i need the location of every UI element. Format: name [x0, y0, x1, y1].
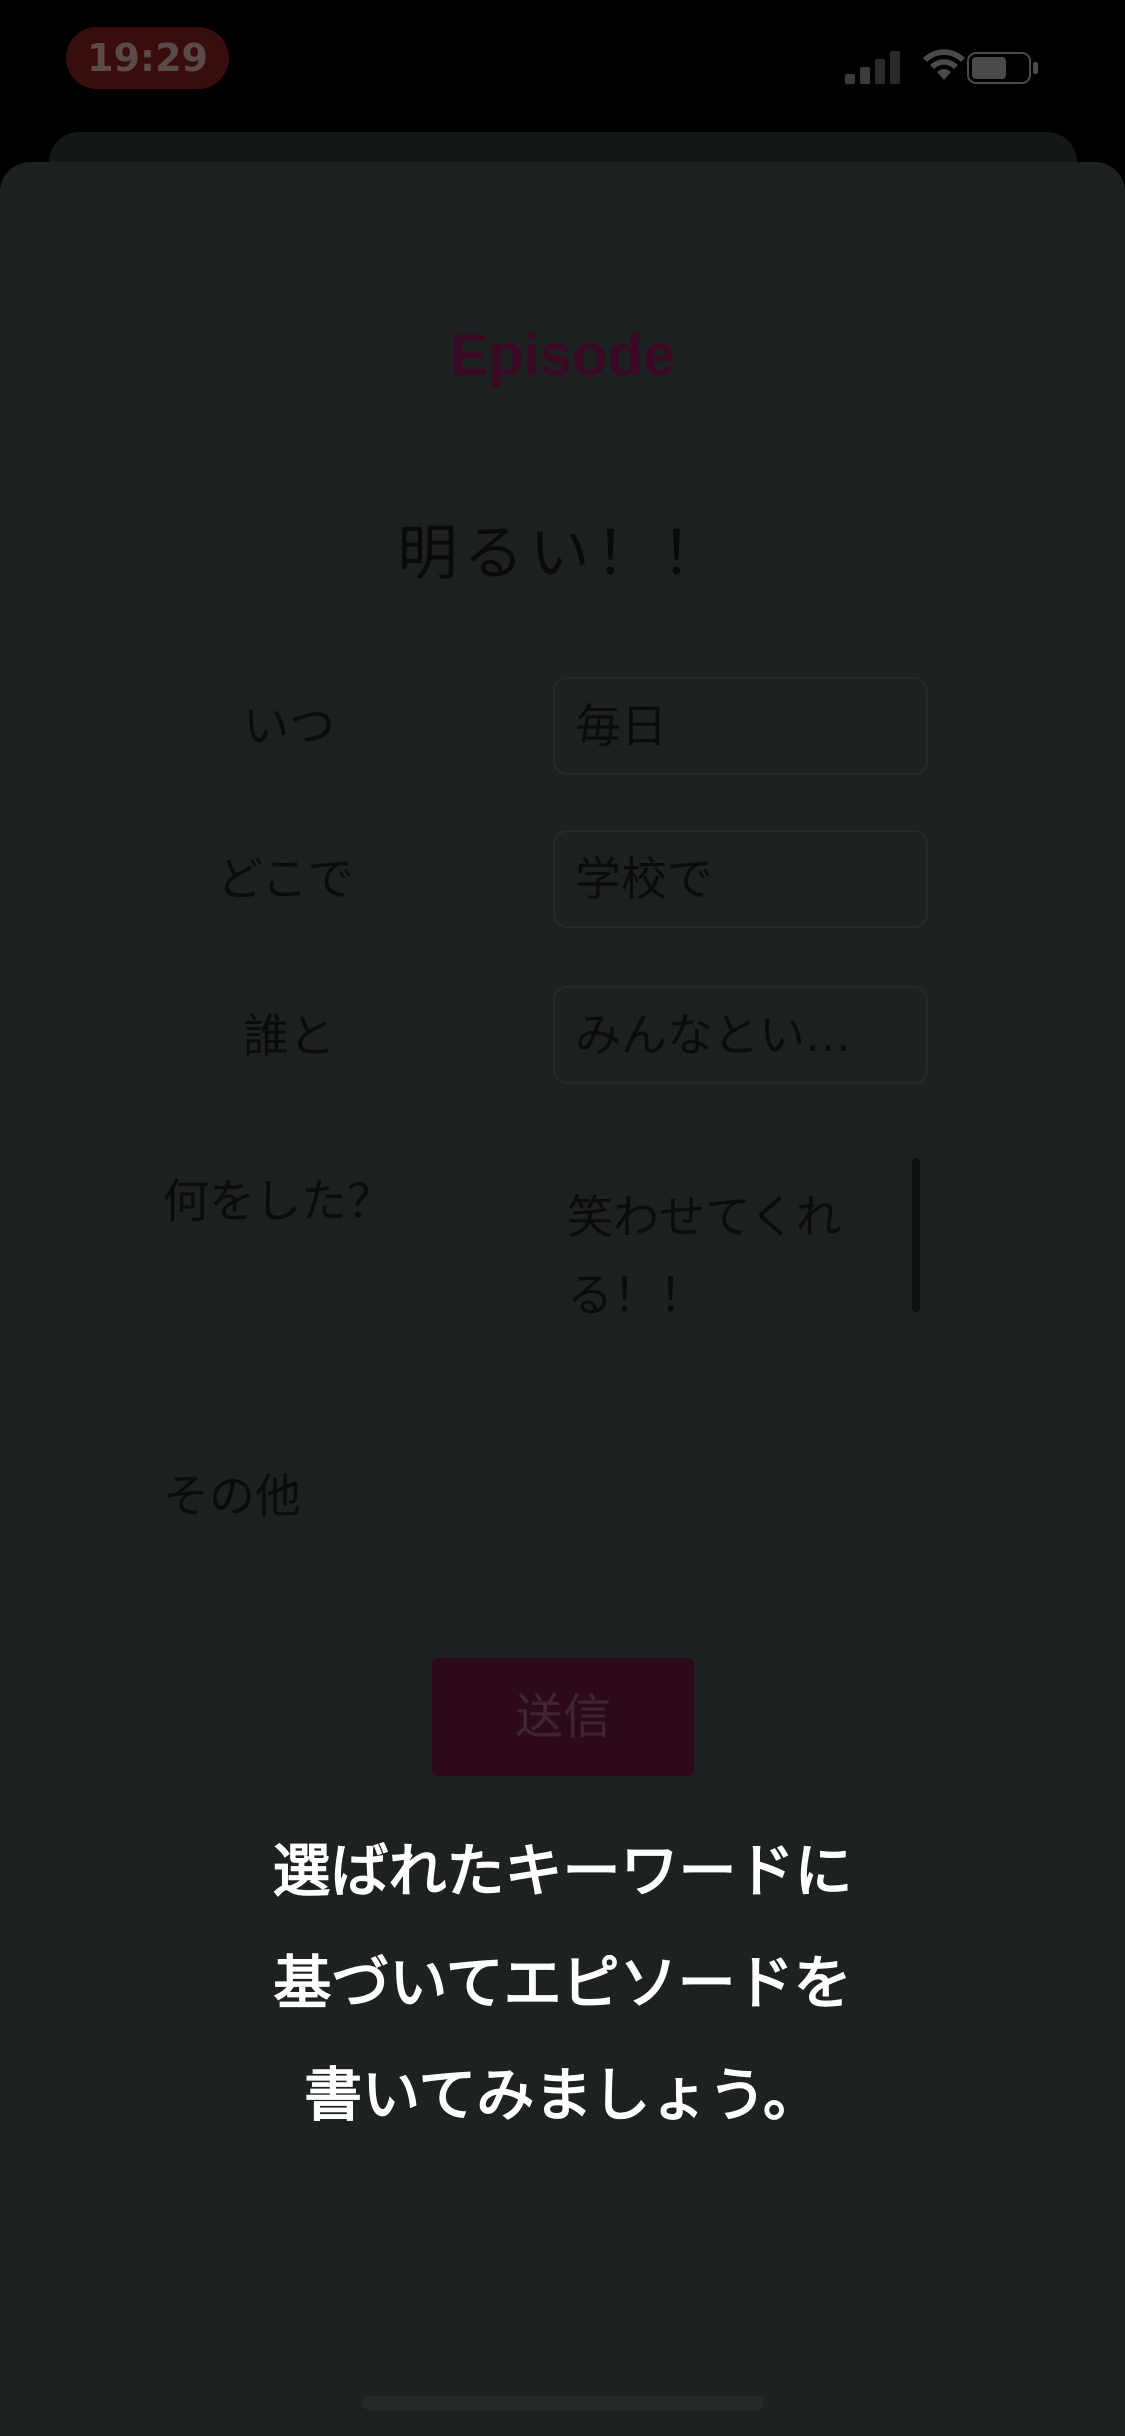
where-input[interactable]: 学校で [553, 830, 928, 928]
selected-keyword: 明るい！！ [397, 519, 728, 589]
with-whom-input[interactable]: みんなとい… [553, 986, 928, 1084]
cellular-signal-icon [845, 51, 900, 84]
when-label: いつ [243, 699, 335, 753]
what-did-text-line1: 笑わせてくれ [567, 1190, 842, 1244]
app-screen: 19:29 Episode 明るい！！ いつ 毎日 どこで 学校で 誰と みんな… [0, 0, 1125, 2436]
with-whom-label: 誰と [243, 1009, 335, 1063]
what-did-text-line2: る！！ [567, 1268, 705, 1322]
wifi-icon [923, 49, 965, 80]
submit-button[interactable]: 送信 [432, 1658, 694, 1776]
status-time: 19:29 [66, 27, 229, 89]
home-indicator[interactable] [362, 2396, 764, 2410]
textarea-scrollbar[interactable] [912, 1158, 920, 1312]
where-label: どこで [217, 852, 354, 906]
what-did-label: 何をした？ [163, 1174, 393, 1228]
overlay-line-3: 書いてみましょう。 [304, 2061, 821, 2129]
when-input[interactable]: 毎日 [553, 677, 928, 775]
page-title: Episode [449, 323, 676, 388]
tutorial-overlay-text: 選ばれたキーワードに 基づいてエピソードを 書いてみましょう。 [0, 1815, 1125, 2151]
battery-icon [967, 52, 1038, 84]
what-did-textarea[interactable]: 笑わせてくれ る！！ [553, 1150, 928, 1370]
overlay-line-1: 選ばれたキーワードに [272, 1837, 853, 1905]
overlay-line-2: 基づいてエピソードを [273, 1949, 852, 2017]
status-bar: 19:29 [0, 0, 1125, 130]
other-label: その他 [163, 1469, 301, 1523]
